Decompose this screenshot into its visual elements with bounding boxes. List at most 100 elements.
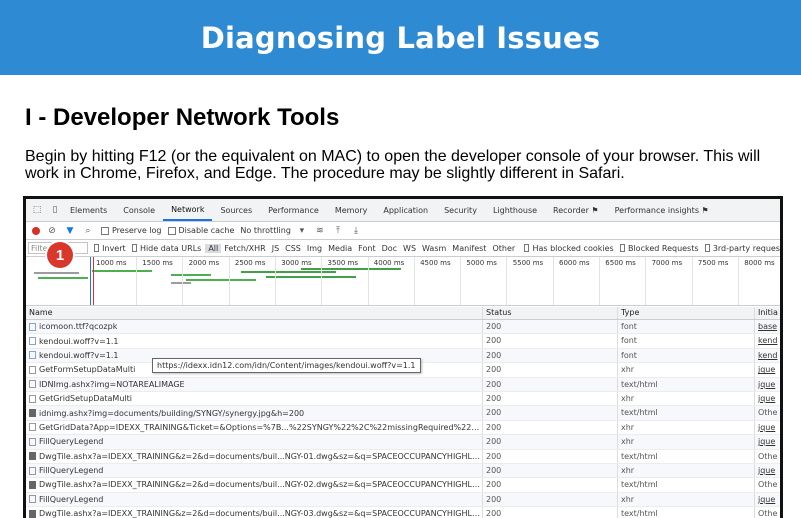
table-row[interactable]: idnimg.ashx?img=documents/building/SYNGY…: [26, 406, 780, 421]
filter-type-doc[interactable]: Doc: [379, 244, 400, 253]
status-cell: 200: [483, 449, 618, 463]
table-row[interactable]: GetGridSetupDataMulti 200 xhr jque: [26, 391, 780, 407]
hide-data-urls-checkbox[interactable]: [131, 244, 137, 252]
request-name-cell[interactable]: idnimg.ashx?img=documents/building/SYNGY…: [26, 406, 483, 420]
request-name: DwgTile.ashx?a=IDEXX_TRAINING&z=2&d=docu…: [39, 451, 482, 461]
request-name-cell[interactable]: DwgTile.ashx?a=IDEXX_TRAINING&z=2&d=docu…: [26, 449, 483, 463]
tab-security[interactable]: Security: [436, 199, 485, 221]
type-cell: xhr: [618, 363, 755, 377]
status-cell: 200: [483, 377, 618, 391]
tab-application[interactable]: Application: [375, 199, 436, 221]
blocked-requests-label: Blocked Requests: [627, 243, 699, 253]
filter-type-img[interactable]: Img: [304, 244, 325, 253]
invert-checkbox[interactable]: [93, 244, 100, 252]
table-row[interactable]: DwgTile.ashx?a=IDEXX_TRAINING&z=2&d=docu…: [26, 449, 780, 464]
timeline-waterfall-bar: [171, 274, 211, 276]
throttling-select[interactable]: No throttling: [240, 226, 291, 235]
request-name-cell[interactable]: FillQueryLegend: [26, 463, 483, 478]
search-icon[interactable]: ⌕: [81, 224, 95, 238]
device-toggle-icon[interactable]: ▯: [48, 203, 62, 217]
filter-type-other[interactable]: Other: [489, 244, 518, 253]
chevron-down-icon[interactable]: ▾: [295, 224, 309, 238]
filter-type-fetch-xhr[interactable]: Fetch/XHR: [221, 244, 268, 253]
filter-type-all[interactable]: All: [205, 243, 222, 253]
table-row[interactable]: GetGridData?App=IDEXX_TRAINING&Ticket=&O…: [26, 420, 780, 436]
request-name-cell[interactable]: DwgTile.ashx?a=IDEXX_TRAINING&z=2&d=docu…: [26, 507, 483, 518]
inspect-icon[interactable]: ⬚: [30, 203, 44, 217]
initiator-cell[interactable]: jque: [755, 421, 780, 434]
timeline-gridline: [460, 257, 462, 305]
tab-console[interactable]: Console: [115, 199, 163, 221]
record-icon[interactable]: [32, 226, 40, 235]
type-cell: text/html: [618, 507, 755, 518]
request-name-cell[interactable]: kendoui.woff?v=1.1: [26, 334, 483, 348]
initiator-cell[interactable]: kend: [755, 349, 780, 362]
initiator-cell[interactable]: jque: [755, 378, 780, 391]
table-row[interactable]: DwgTile.ashx?a=IDEXX_TRAINING&z=2&d=docu…: [26, 507, 780, 518]
table-row[interactable]: DwgTile.ashx?a=IDEXX_TRAINING&z=2&d=docu…: [26, 478, 780, 493]
blocked-requests-checkbox[interactable]: [619, 244, 625, 252]
tab-performance-insights[interactable]: Performance insights ⚑: [607, 199, 717, 221]
tab-sources[interactable]: Sources: [212, 199, 260, 221]
initiator-cell[interactable]: jque: [755, 464, 780, 477]
disable-cache-label: Disable cache: [178, 226, 235, 235]
table-row[interactable]: FillQueryLegend 200 xhr jque: [26, 435, 780, 450]
tab-elements[interactable]: Elements: [62, 199, 115, 221]
table-row[interactable]: icomoon.ttf?qcozpk 200 font base: [26, 320, 780, 335]
type-cell: font: [618, 348, 755, 363]
devtools-screenshot: ⬚ ▯ Elements Console Network Sources Perform…: [23, 196, 783, 518]
tab-recorder[interactable]: Recorder ⚑: [545, 199, 607, 221]
disable-cache-checkbox[interactable]: [167, 226, 176, 235]
page-title: Diagnosing Label Issues: [200, 20, 601, 55]
status-cell: 200: [483, 507, 618, 518]
tab-lighthouse[interactable]: Lighthouse: [485, 199, 545, 221]
img-file-icon: [29, 509, 36, 518]
request-name-cell[interactable]: GetGridSetupDataMulti: [26, 391, 483, 406]
filter-icon[interactable]: ▼: [63, 224, 77, 238]
column-status[interactable]: Status: [483, 307, 618, 319]
tab-memory[interactable]: Memory: [327, 199, 376, 221]
initiator-cell[interactable]: kend: [755, 334, 780, 347]
initiator-cell[interactable]: base: [755, 320, 780, 333]
status-cell: 200: [483, 435, 618, 449]
third-party-checkbox[interactable]: [704, 244, 710, 252]
network-conditions-icon[interactable]: ≋: [313, 224, 327, 238]
request-name-cell[interactable]: IDNImg.ashx?img=NOTAREALIMAGE: [26, 377, 483, 391]
filter-type-font[interactable]: Font: [355, 244, 378, 253]
tab-network[interactable]: Network: [163, 199, 213, 221]
column-name[interactable]: Name: [26, 307, 483, 319]
blocked-cookies-checkbox[interactable]: [524, 244, 530, 252]
request-name-cell[interactable]: GetGridData?App=IDEXX_TRAINING&Ticket=&O…: [26, 420, 483, 435]
table-row[interactable]: IDNImg.ashx?img=NOTAREALIMAGE 200 text/htm…: [26, 377, 780, 392]
filter-type-media[interactable]: Media: [325, 244, 355, 253]
filter-type-css[interactable]: CSS: [282, 244, 304, 253]
request-name-cell[interactable]: FillQueryLegend: [26, 492, 483, 507]
filter-type-manifest[interactable]: Manifest: [449, 244, 489, 253]
initiator-cell[interactable]: jque: [755, 392, 780, 405]
initiator-cell[interactable]: jque: [755, 363, 780, 376]
filter-type-wasm[interactable]: Wasm: [419, 244, 449, 253]
network-timeline[interactable]: 1000 ms 1500 ms 2000 ms 2500 ms 3000 ms 3500 …: [26, 257, 780, 306]
request-name-cell[interactable]: DwgTile.ashx?a=IDEXX_TRAINING&z=2&d=docu…: [26, 478, 483, 492]
filter-type-js[interactable]: JS: [269, 244, 282, 253]
upload-icon[interactable]: ⤒: [331, 224, 345, 238]
font-file-icon: [29, 351, 36, 360]
tab-performance[interactable]: Performance: [260, 199, 327, 221]
request-name-cell[interactable]: icomoon.ttf?qcozpk: [26, 320, 483, 334]
column-type[interactable]: Type: [618, 307, 755, 319]
download-icon[interactable]: ⤓: [349, 224, 363, 238]
doc-file-icon: [29, 495, 36, 504]
clear-icon[interactable]: ⊘: [45, 224, 59, 238]
initiator-cell[interactable]: jque: [755, 435, 780, 448]
column-initiator[interactable]: Initia: [755, 307, 780, 319]
timeline-gridline: [737, 257, 739, 305]
preserve-log-checkbox[interactable]: [101, 226, 109, 235]
filter-type-ws[interactable]: WS: [400, 244, 419, 253]
table-row[interactable]: kendoui.woff?v=1.1 200 font kend: [26, 334, 780, 349]
request-name-cell[interactable]: FillQueryLegend: [26, 435, 483, 449]
table-row[interactable]: FillQueryLegend 200 xhr jque: [26, 492, 780, 508]
initiator-cell[interactable]: jque: [755, 493, 780, 506]
devtools-tab-bar: ⬚ ▯ Elements Console Network Sources Perform…: [26, 199, 780, 222]
blocked-cookies-label: Has blocked cookies: [532, 243, 614, 253]
table-row[interactable]: FillQueryLegend 200 xhr jque: [26, 463, 780, 479]
